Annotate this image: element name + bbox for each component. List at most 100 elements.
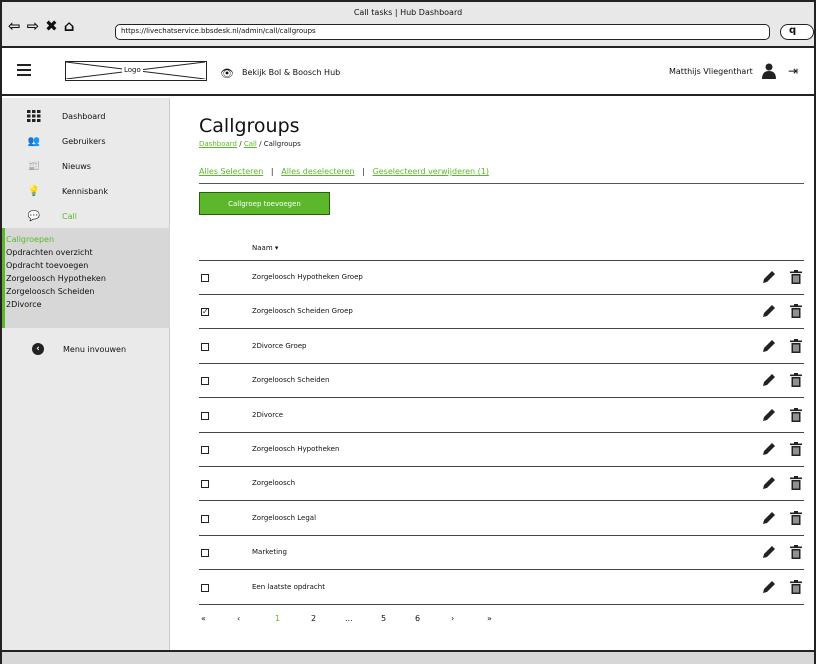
bulk-actions: Alles Selecteren | Alles deselecteren | … (199, 167, 489, 176)
eye-icon[interactable]: 👁 (220, 67, 234, 80)
logo-text: Logo (122, 66, 143, 74)
page-5[interactable]: 5 (381, 614, 386, 623)
grid-icon (27, 110, 41, 122)
row-checkbox[interactable] (201, 583, 209, 592)
sidebar-item-label: Gebruikers (62, 136, 106, 146)
submenu-item-2divorce[interactable]: 2Divorce (6, 300, 42, 309)
row-name: Zorgeloosch Scheiden Groep (252, 307, 353, 316)
trash-icon[interactable] (790, 304, 802, 319)
sidebar-item-label: Call (62, 211, 77, 221)
logo[interactable]: Logo (65, 61, 207, 81)
table-row: Zorgeloosch Hypotheken (199, 433, 804, 467)
edit-pencil-icon[interactable] (762, 408, 776, 422)
sort-down-icon[interactable]: ▾ (275, 244, 279, 252)
users-icon: 👥 (27, 135, 41, 147)
page-6[interactable]: 6 (415, 614, 420, 623)
column-header-naam[interactable]: Naam ▾ (252, 244, 278, 252)
sidebar: Dashboard 👥 Gebruikers 📰 Nieuws 💡 Kennis… (2, 98, 170, 650)
sidebar-item-label: Dashboard (62, 111, 106, 121)
window-title: Call tasks | Hub Dashboard (353, 8, 463, 17)
breadcrumb: Dashboard / Call / Callgroups (199, 140, 301, 148)
table-row: Marketing (199, 536, 804, 571)
trash-icon[interactable] (790, 442, 802, 456)
trash-icon[interactable] (790, 579, 802, 594)
trash-icon[interactable] (790, 407, 802, 422)
breadcrumb-call[interactable]: Call (244, 140, 257, 148)
trash-icon[interactable] (790, 270, 802, 284)
hamburger-menu-icon[interactable] (17, 64, 31, 76)
trash-icon[interactable] (790, 510, 802, 525)
row-name: Zorgeloosch Hypotheken (252, 445, 340, 453)
sidebar-item-label: Kennisbank (62, 186, 108, 196)
active-indicator (2, 228, 5, 328)
news-icon: 📰 (27, 160, 41, 172)
user-name[interactable]: Matthijs Vliegenthart (669, 67, 753, 76)
page-2[interactable]: 2 (311, 614, 316, 623)
sidebar-item-label: Nieuws (62, 161, 91, 171)
home-icon[interactable]: ⌂ (64, 19, 75, 34)
row-checkbox[interactable] (201, 342, 209, 351)
edit-pencil-icon[interactable] (762, 511, 776, 525)
row-checkbox[interactable] (201, 549, 209, 558)
submenu-item-callgroepen[interactable]: Callgroepen (6, 235, 54, 244)
trash-icon[interactable] (790, 373, 802, 388)
trash-icon[interactable] (790, 545, 802, 560)
row-checkbox[interactable] (201, 480, 209, 489)
row-checkbox[interactable]: ✓ (201, 308, 209, 317)
select-all-link[interactable]: Alles Selecteren (199, 167, 263, 176)
row-name: Marketing (252, 548, 287, 557)
row-checkbox[interactable] (201, 411, 209, 420)
page-prev[interactable]: ‹ (237, 614, 240, 623)
chat-icon: 💬 (27, 210, 41, 222)
submenu-item-opdrachten-overzicht[interactable]: Opdrachten overzicht (6, 248, 93, 257)
submenu-item-opdracht-toevoegen[interactable]: Opdracht toevoegen (6, 261, 88, 270)
back-icon[interactable]: ⇦ (8, 19, 21, 34)
delete-selected-link[interactable]: Geselecteerd verwijderen (1) (373, 167, 489, 176)
breadcrumb-dashboard[interactable]: Dashboard (199, 140, 237, 148)
table-row: 2Divorce Groep (199, 330, 804, 364)
edit-pencil-icon[interactable] (762, 476, 776, 490)
row-checkbox[interactable] (201, 274, 209, 282)
page-next[interactable]: › (451, 614, 454, 623)
row-checkbox[interactable] (201, 446, 209, 454)
user-icon[interactable] (762, 63, 776, 79)
deselect-all-link[interactable]: Alles deselecteren (281, 167, 354, 176)
logout-icon[interactable]: ⇥ (788, 64, 798, 78)
forward-icon[interactable]: ⇨ (27, 19, 40, 34)
page-ellipsis: ... (345, 614, 353, 623)
call-submenu: Callgroepen Opdrachten overzicht Opdrach… (2, 228, 170, 328)
edit-pencil-icon[interactable] (762, 545, 776, 559)
submenu-item-zorgeloosch-scheiden[interactable]: Zorgeloosch Scheiden (6, 287, 94, 296)
edit-pencil-icon[interactable] (762, 270, 776, 284)
app-header: Logo 👁 Bekijk Bol & Boosch Hub Matthijs … (2, 48, 814, 96)
row-name: Zorgeloosch (252, 479, 296, 488)
row-checkbox[interactable] (201, 514, 209, 523)
table-row: Zorgeloosch Legal (199, 502, 804, 536)
edit-pencil-icon[interactable] (762, 442, 776, 456)
submenu-item-zorgeloosch-hypotheken[interactable]: Zorgeloosch Hypotheken (6, 274, 106, 283)
lightbulb-icon: 💡 (27, 185, 41, 197)
trash-icon[interactable] (790, 338, 802, 353)
edit-pencil-icon[interactable] (762, 580, 776, 594)
close-icon[interactable]: ✖ (45, 19, 58, 34)
page-last[interactable]: » (487, 614, 492, 623)
breadcrumb-current: Callgroups (263, 140, 301, 148)
row-name: Zorgeloosch Legal (252, 513, 317, 522)
url-bar[interactable]: https://livechatservice.bbsdesk.nl/admin… (115, 24, 770, 40)
edit-pencil-icon[interactable] (762, 373, 776, 387)
hub-link[interactable]: Bekijk Bol & Boosch Hub (242, 68, 340, 77)
back-circle-icon: ‹ (32, 343, 44, 355)
pagination: « ‹ 1 2... 5 6 › » (199, 614, 529, 628)
footer (2, 650, 814, 664)
trash-icon[interactable] (790, 476, 802, 491)
browser-search[interactable]: q (780, 24, 814, 40)
edit-pencil-icon[interactable] (762, 304, 776, 318)
edit-pencil-icon[interactable] (762, 339, 776, 353)
table-row: ✓ Zorgeloosch Scheiden Groep (199, 295, 804, 330)
row-checkbox[interactable] (201, 377, 209, 386)
browser-chrome: Call tasks | Hub Dashboard ⇦ ⇨ ✖ ⌂ https… (2, 2, 814, 48)
divider (199, 183, 804, 184)
page-1[interactable]: 1 (275, 614, 280, 623)
add-callgroup-button[interactable]: Callgroep toevoegen (199, 192, 330, 215)
page-first[interactable]: « (201, 614, 206, 623)
